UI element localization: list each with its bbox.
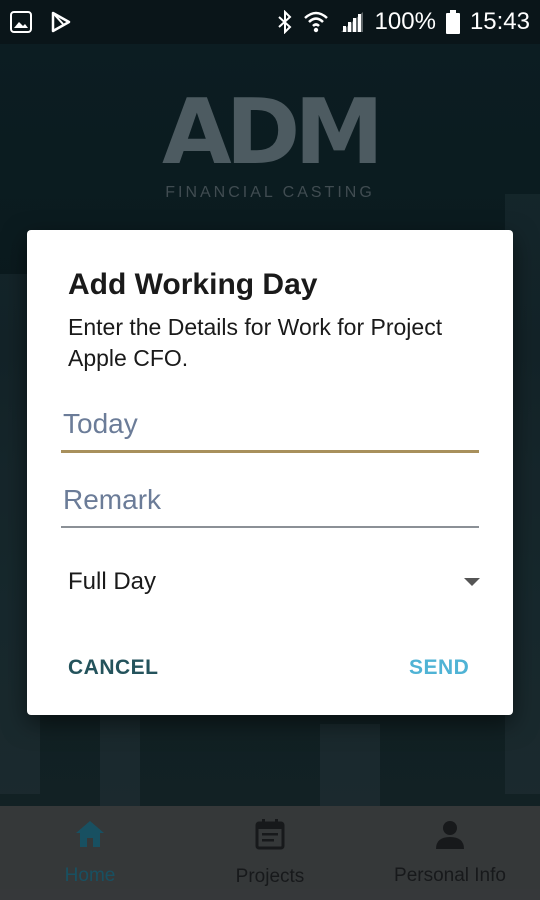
day-type-dropdown[interactable]: Full Day bbox=[68, 566, 480, 598]
image-icon bbox=[10, 11, 32, 33]
play-store-icon bbox=[50, 11, 72, 33]
add-working-day-dialog: Add Working Day Enter the Details for Wo… bbox=[27, 230, 513, 715]
date-field-placeholder: Today bbox=[63, 408, 138, 439]
wifi-icon bbox=[303, 10, 329, 34]
dropdown-caret-icon bbox=[464, 578, 480, 586]
signal-icon bbox=[339, 10, 365, 34]
remark-field-placeholder: Remark bbox=[63, 484, 162, 515]
battery-percent: 100% bbox=[374, 8, 436, 35]
date-field-underline bbox=[61, 450, 479, 453]
remark-field-underline bbox=[61, 526, 479, 528]
remark-field[interactable]: Remark bbox=[61, 484, 479, 528]
status-bar: 100% 15:43 bbox=[0, 0, 540, 44]
bluetooth-icon bbox=[277, 10, 293, 34]
battery-icon bbox=[445, 10, 460, 34]
dialog-message: Enter the Details for Work for Project A… bbox=[68, 314, 443, 371]
day-type-selected: Full Day bbox=[68, 568, 157, 595]
status-time: 15:43 bbox=[469, 8, 530, 35]
cancel-button[interactable]: CANCEL bbox=[68, 656, 159, 680]
date-field[interactable]: Today bbox=[61, 408, 479, 453]
send-button[interactable]: SEND bbox=[409, 656, 469, 680]
dialog-title: Add Working Day bbox=[68, 268, 318, 301]
